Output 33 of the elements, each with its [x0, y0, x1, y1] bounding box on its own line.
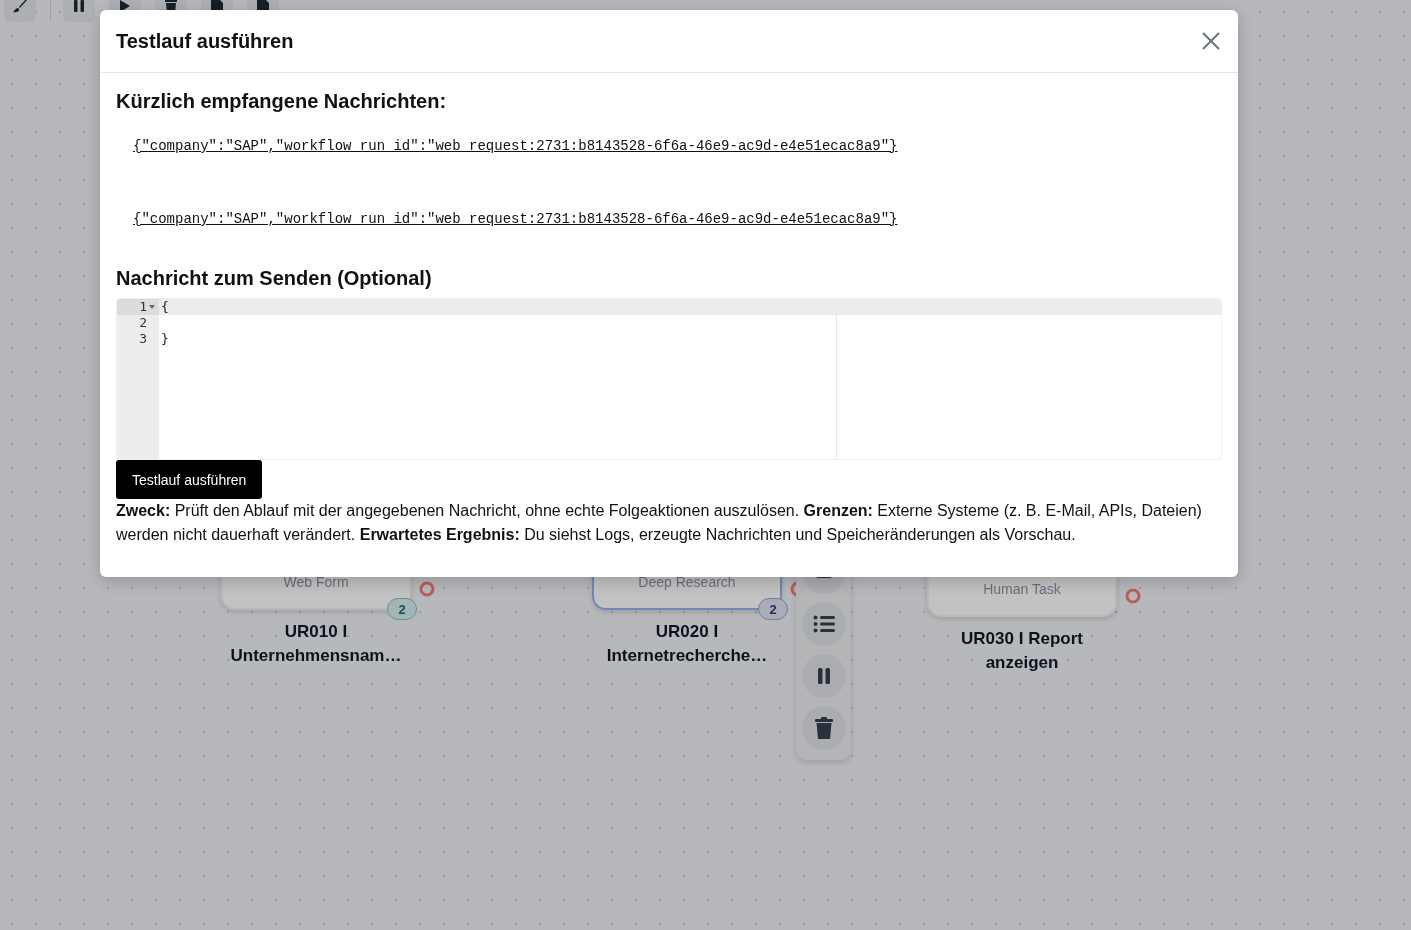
connection-handle[interactable]: [419, 581, 435, 597]
line-number: 1: [139, 299, 147, 315]
node-label: UR030 I Report anzeigen: [960, 628, 1084, 674]
brush-icon: [12, 0, 28, 14]
section-heading: Nachricht zum Senden (Optional): [116, 266, 433, 290]
node-label: UR010 I Unternehmensnam…: [229, 621, 403, 667]
node-label: UR020 I Internetrecherche…: [605, 621, 769, 667]
trash-icon: [814, 717, 833, 739]
section-heading: Kürzlich empfangene Nachrichten:: [116, 89, 448, 113]
node-type: Web Form: [283, 574, 349, 590]
node-type: Deep Research: [638, 574, 736, 590]
fold-icon[interactable]: [149, 305, 155, 309]
play-icon: [119, 0, 131, 13]
message-link[interactable]: {"company":"SAP","workflow_run_id":"web_request:2731:b8143528-6f6a-46e9-ac9d-e4e51ecac8a9"}: [133, 210, 898, 228]
code-text: {: [161, 299, 169, 314]
run-button[interactable]: Testlauf ausführen: [116, 460, 263, 499]
list-button[interactable]: [801, 602, 846, 646]
count-badge: 2: [387, 598, 417, 620]
connection-handle[interactable]: [1125, 588, 1141, 604]
code-text: }: [161, 331, 169, 346]
pause-icon: [73, 0, 85, 13]
line-number: 3: [139, 331, 147, 347]
dialog-title: Testlauf ausführen: [116, 29, 294, 53]
node-type: Human Task: [983, 581, 1061, 597]
pause-icon: [816, 667, 831, 685]
pause-button[interactable]: [801, 654, 846, 698]
list-icon: [812, 615, 835, 633]
count-badge: 2: [758, 598, 788, 620]
code-editor[interactable]: 1 2 3 { }: [116, 298, 1222, 460]
description-text: Zweck: Prüft den Ablauf mit der angegebenen Nachricht, ohne echte Folgeaktionen auszulösen. Grenzen: Externe Systeme (z. B. E-Mail, APIs, Dateien) werden nicht dauerhaft verändert. Erwartetes Ergebnis: Du siehst Logs, erzeugte Nachrichten und Speicheränderungen als Vorschau.: [116, 501, 1203, 545]
message-link[interactable]: {"company":"SAP","workflow_run_id":"web_request:2731:b8143528-6f6a-46e9-ac9d-e4e51ecac8a9"}: [133, 137, 898, 155]
delete-button[interactable]: [801, 706, 846, 750]
line-number: 2: [139, 315, 147, 331]
